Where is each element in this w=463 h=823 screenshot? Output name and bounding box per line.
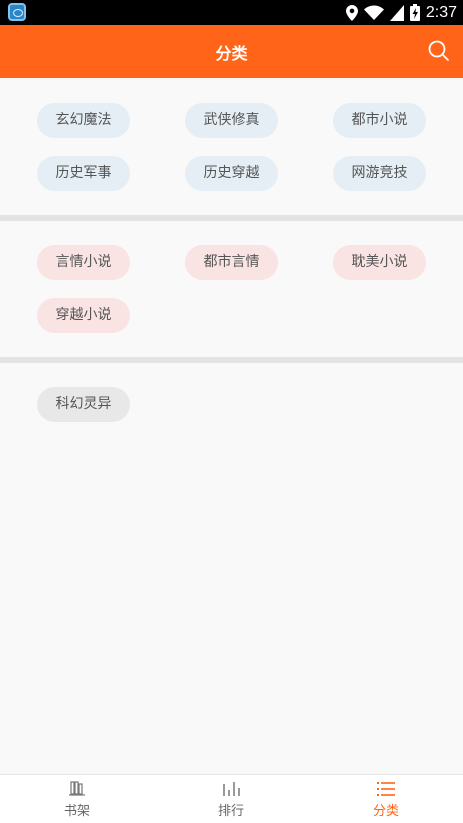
app-bar: 分类 <box>0 25 463 78</box>
ranking-icon <box>223 782 240 796</box>
signal-icon <box>389 4 404 21</box>
category-tag[interactable]: 耽美小说 <box>333 245 426 280</box>
category-tag[interactable]: 历史穿越 <box>185 156 278 191</box>
category-group-3: 科幻灵异 <box>0 363 463 774</box>
category-tag[interactable]: 都市小说 <box>333 103 426 138</box>
category-group-1: 玄幻魔法 武侠修真 都市小说 历史军事 历史穿越 网游竞技 <box>0 78 463 215</box>
battery-icon <box>409 4 420 21</box>
page-title: 分类 <box>215 44 248 63</box>
status-bar: 2:37 <box>0 0 463 25</box>
search-icon <box>428 40 449 61</box>
status-icons: 2:37 <box>345 3 457 22</box>
wifi-icon <box>363 5 384 20</box>
category-tag[interactable]: 历史军事 <box>37 156 130 191</box>
nav-item-ranking[interactable]: 排行 <box>191 779 271 823</box>
nav-label-category: 分类 <box>372 804 399 819</box>
nav-item-bookshelf[interactable]: 书架 <box>37 779 117 823</box>
category-tag[interactable]: 科幻灵异 <box>37 387 130 422</box>
bookshelf-icon <box>69 781 85 796</box>
category-group-2: 言情小说 都市言情 耽美小说 穿越小说 <box>0 221 463 357</box>
category-tag[interactable]: 言情小说 <box>37 245 130 280</box>
nav-label-ranking: 排行 <box>217 804 244 819</box>
nav-label-bookshelf: 书架 <box>63 804 90 819</box>
location-icon <box>345 4 358 21</box>
search-button[interactable] <box>427 39 451 63</box>
category-list-icon <box>377 782 395 796</box>
category-tag[interactable]: 玄幻魔法 <box>37 103 130 138</box>
status-time: 2:37 <box>425 3 457 21</box>
category-tag[interactable]: 武侠修真 <box>185 103 278 138</box>
category-tag[interactable]: 穿越小说 <box>37 298 130 333</box>
category-tag[interactable]: 都市言情 <box>185 245 278 280</box>
app-notification-icon <box>8 3 26 21</box>
nav-item-category[interactable]: 分类 <box>346 779 426 823</box>
bottom-nav: 书架 排行 分类 <box>0 774 463 823</box>
category-tag[interactable]: 网游竞技 <box>333 156 426 191</box>
